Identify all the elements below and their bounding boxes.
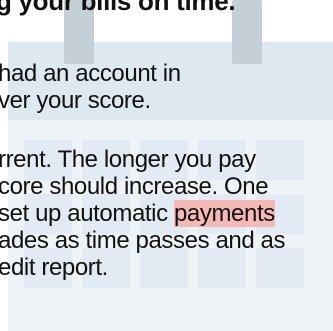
- paragraph-2-line-3: set up automatic payments: [0, 200, 275, 227]
- paragraph-2-line-5: edit report.: [0, 254, 108, 281]
- paragraph-2-line-1: rrent. The longer you pay: [0, 146, 256, 173]
- article-fragment: g your bills on time. had an account in …: [0, 0, 333, 331]
- body-text: had an account in ver your score. rrent.…: [0, 0, 333, 331]
- paragraph-1-line-2: ver your score.: [0, 87, 151, 114]
- highlighted-word: payments: [173, 200, 275, 227]
- paragraph-2-line-4: ades as time passes and as: [0, 227, 286, 254]
- paragraph-2-line-3-text: set up automatic: [0, 200, 174, 227]
- paragraph-1-line-1: had an account in: [0, 60, 181, 87]
- paragraph-2-line-2: core should increase. One: [0, 173, 269, 200]
